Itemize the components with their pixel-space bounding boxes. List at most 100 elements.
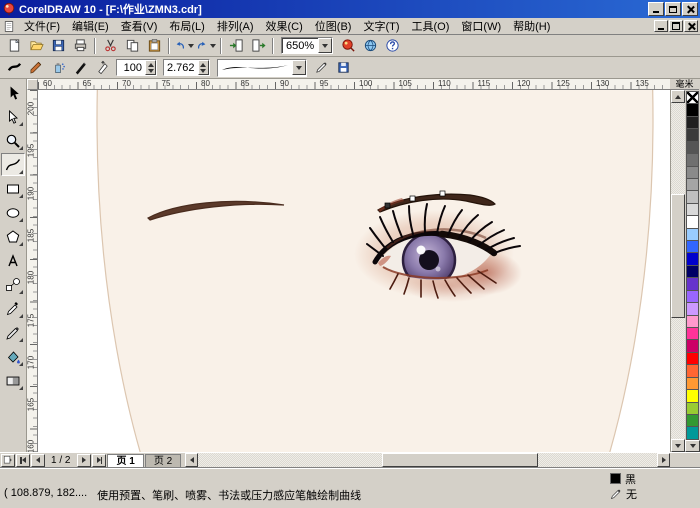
menu-item[interactable]: 窗口(W) [455,17,507,35]
brush-mode-button[interactable] [25,57,47,78]
horizontal-scroll-track[interactable] [198,453,657,467]
zoom-tool[interactable] [1,129,25,152]
mdi-restore-button[interactable] [669,20,683,32]
color-swatch[interactable] [686,413,699,428]
menu-item[interactable]: 文字(T) [357,17,405,35]
scroll-left-button[interactable] [185,453,199,467]
import-button[interactable] [225,35,247,56]
spinner-arrows[interactable] [197,60,209,75]
color-swatch[interactable] [686,252,699,266]
color-swatch[interactable] [686,115,699,130]
paste-button[interactable] [143,35,165,56]
minimize-button[interactable] [648,2,664,16]
stroke-width-value[interactable]: 2.762 [164,62,198,74]
color-swatch[interactable] [686,426,699,440]
canvas[interactable] [38,90,670,452]
last-page-button[interactable] [92,453,107,467]
help-button[interactable] [381,35,404,56]
menu-item[interactable]: 查看(V) [115,17,164,35]
outline-color-status[interactable]: 无 [610,487,696,501]
stroke-preset-combo[interactable] [216,58,307,77]
preset-mode-button[interactable] [3,57,25,78]
page-tab[interactable]: 页 2 [144,453,182,467]
color-swatch[interactable] [686,389,699,403]
menu-item[interactable]: 位图(B) [309,17,358,35]
next-page-button[interactable] [77,453,92,467]
ellipse-tool[interactable] [1,201,25,224]
save-button[interactable] [47,35,69,56]
color-swatch[interactable] [686,302,699,316]
vertical-scroll-thumb[interactable] [671,193,685,319]
save-stroke-button[interactable] [332,57,355,78]
color-swatch[interactable] [686,103,699,117]
launcher-button[interactable] [337,35,360,56]
color-swatch[interactable] [686,314,699,329]
interactive-blend-tool[interactable] [1,273,25,296]
drawing-surface[interactable] [38,90,670,452]
color-swatch[interactable] [686,339,699,353]
color-swatch[interactable] [686,240,699,254]
palette-scroll-down-button[interactable] [685,440,700,452]
new-button[interactable] [3,35,25,56]
menu-item[interactable]: 效果(C) [260,17,309,35]
stroke-width-spinner[interactable]: 2.762 [163,59,210,76]
export-button[interactable] [247,35,269,56]
freehand-smoothing-spinner[interactable]: 100 [116,59,157,76]
color-swatch[interactable] [686,190,699,204]
scroll-down-button[interactable] [671,439,685,452]
eyedropper-tool[interactable] [1,297,25,320]
maximize-button[interactable] [665,2,681,16]
menu-item[interactable]: 布局(L) [163,17,210,35]
horizontal-ruler[interactable]: 60 65 70 75 80 85 90 95 100 105 110 115 120 125 130 135 [38,79,670,90]
vertical-scrollbar[interactable] [670,79,685,452]
fill-color-status[interactable]: 黑 [610,472,696,486]
interactive-fill-tool[interactable] [1,369,25,392]
freehand-tool[interactable] [1,153,25,176]
zoom-level-value[interactable]: 650% [282,40,318,52]
menu-item[interactable]: 文件(F) [18,17,66,35]
horizontal-scrollbar[interactable] [185,453,670,467]
vertical-ruler[interactable]: 200 195 190 185 180 175 170 165 160 [27,90,38,452]
undo-button[interactable] [173,35,195,56]
color-swatch[interactable] [686,165,699,179]
pick-tool[interactable] [1,81,25,104]
color-swatch[interactable] [686,177,699,192]
color-swatch[interactable] [686,364,699,378]
fill-tool[interactable] [1,345,25,368]
document-icon[interactable] [3,20,15,33]
title-bar[interactable]: CorelDRAW 10 - [F:\作业\ZMN3.cdr] [0,0,700,18]
rectangle-tool[interactable] [1,177,25,200]
outline-pen-tool[interactable] [1,321,25,344]
copy-button[interactable] [121,35,143,56]
color-swatch[interactable] [686,277,699,291]
close-button[interactable] [682,2,698,16]
mdi-close-button[interactable] [684,20,698,32]
stroke-dropdown-button[interactable] [291,60,306,75]
calligraphy-mode-button[interactable] [69,57,91,78]
menu-item[interactable]: 工具(O) [406,17,456,35]
page-tab[interactable]: 页 1 [107,453,144,467]
color-swatch[interactable] [686,128,699,142]
redo-dropdown-arrow[interactable] [210,43,216,48]
first-page-button[interactable] [16,453,30,467]
color-swatch[interactable] [686,140,699,155]
menu-item[interactable]: 帮助(H) [507,17,556,35]
color-swatch[interactable] [686,215,699,229]
vertical-scroll-track[interactable] [671,103,685,439]
open-button[interactable] [25,35,47,56]
print-button[interactable] [69,35,91,56]
polygon-tool[interactable] [1,225,25,248]
horizontal-scroll-thumb[interactable] [381,453,538,467]
redo-button[interactable] [195,35,217,56]
spinner-arrows[interactable] [145,60,156,75]
sprayer-mode-button[interactable] [47,57,69,78]
corel-online-button[interactable] [359,35,382,56]
page-flip-button[interactable] [1,453,15,467]
shape-tool[interactable] [1,105,25,128]
scroll-up-button[interactable] [671,90,685,103]
scroll-right-button[interactable] [657,453,670,467]
zoom-combo[interactable]: 650% [281,37,334,54]
color-swatch[interactable] [686,202,699,217]
menu-item[interactable]: 排列(A) [211,17,260,35]
color-swatch[interactable] [686,264,699,279]
